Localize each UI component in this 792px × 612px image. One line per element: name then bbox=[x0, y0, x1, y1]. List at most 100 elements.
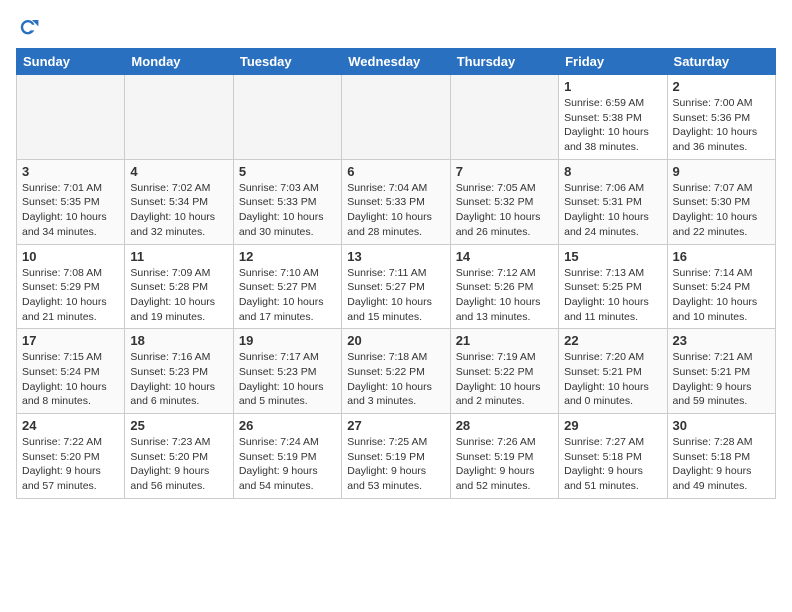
day-number: 3 bbox=[22, 164, 119, 179]
day-number: 26 bbox=[239, 418, 336, 433]
calendar-cell: 6Sunrise: 7:04 AM Sunset: 5:33 PM Daylig… bbox=[342, 159, 450, 244]
day-number: 25 bbox=[130, 418, 227, 433]
day-number: 10 bbox=[22, 249, 119, 264]
day-info: Sunrise: 7:23 AM Sunset: 5:20 PM Dayligh… bbox=[130, 435, 227, 494]
day-number: 22 bbox=[564, 333, 661, 348]
calendar-cell: 1 Sunrise: 6:59 AM Sunset: 5:38 PM Daylig… bbox=[559, 75, 667, 160]
calendar-cell: 12Sunrise: 7:10 AM Sunset: 5:27 PM Dayli… bbox=[233, 244, 341, 329]
logo-icon bbox=[16, 16, 40, 40]
calendar-cell bbox=[450, 75, 558, 160]
calendar-cell: 7 Sunrise: 7:05 AM Sunset: 5:32 PM Daylig… bbox=[450, 159, 558, 244]
calendar-cell: 16Sunrise: 7:14 AM Sunset: 5:24 PM Dayli… bbox=[667, 244, 775, 329]
day-info: Sunrise: 7:00 AM Sunset: 5:36 PM Dayligh… bbox=[673, 96, 770, 155]
week-row-1: 1 Sunrise: 6:59 AM Sunset: 5:38 PM Daylig… bbox=[17, 75, 776, 160]
calendar-cell: 20 Sunrise: 7:18 AM Sunset: 5:22 PM Dayli… bbox=[342, 329, 450, 414]
calendar-cell: 30 Sunrise: 7:28 AM Sunset: 5:18 PM Dayli… bbox=[667, 414, 775, 499]
day-number: 27 bbox=[347, 418, 444, 433]
calendar-cell: 17Sunrise: 7:15 AM Sunset: 5:24 PM Dayli… bbox=[17, 329, 125, 414]
day-info: Sunrise: 7:08 AM Sunset: 5:29 PM Dayligh… bbox=[22, 266, 119, 325]
day-info: Sunrise: 7:17 AM Sunset: 5:23 PM Dayligh… bbox=[239, 350, 336, 409]
weekday-header-wednesday: Wednesday bbox=[342, 49, 450, 75]
week-row-3: 10 Sunrise: 7:08 AM Sunset: 5:29 PM Dayli… bbox=[17, 244, 776, 329]
day-number: 13 bbox=[347, 249, 444, 264]
day-info: Sunrise: 7:13 AM Sunset: 5:25 PM Dayligh… bbox=[564, 266, 661, 325]
day-info: Sunrise: 7:11 AM Sunset: 5:27 PM Dayligh… bbox=[347, 266, 444, 325]
calendar-cell: 24 Sunrise: 7:22 AM Sunset: 5:20 PM Dayli… bbox=[17, 414, 125, 499]
day-number: 7 bbox=[456, 164, 553, 179]
day-info: Sunrise: 7:06 AM Sunset: 5:31 PM Dayligh… bbox=[564, 181, 661, 240]
day-number: 4 bbox=[130, 164, 227, 179]
weekday-header-sunday: Sunday bbox=[17, 49, 125, 75]
day-info: Sunrise: 7:21 AM Sunset: 5:21 PM Dayligh… bbox=[673, 350, 770, 409]
weekday-header-tuesday: Tuesday bbox=[233, 49, 341, 75]
day-number: 6 bbox=[347, 164, 444, 179]
calendar-cell: 26 Sunrise: 7:24 AM Sunset: 5:19 PM Dayli… bbox=[233, 414, 341, 499]
weekday-header-row: SundayMondayTuesdayWednesdayThursdayFrid… bbox=[17, 49, 776, 75]
weekday-header-monday: Monday bbox=[125, 49, 233, 75]
day-number: 23 bbox=[673, 333, 770, 348]
calendar-cell: 15 Sunrise: 7:13 AM Sunset: 5:25 PM Dayli… bbox=[559, 244, 667, 329]
calendar-cell: 23 Sunrise: 7:21 AM Sunset: 5:21 PM Dayli… bbox=[667, 329, 775, 414]
day-number: 24 bbox=[22, 418, 119, 433]
calendar-cell bbox=[125, 75, 233, 160]
calendar-cell: 10 Sunrise: 7:08 AM Sunset: 5:29 PM Dayli… bbox=[17, 244, 125, 329]
day-number: 30 bbox=[673, 418, 770, 433]
day-number: 5 bbox=[239, 164, 336, 179]
calendar-cell: 21Sunrise: 7:19 AM Sunset: 5:22 PM Dayli… bbox=[450, 329, 558, 414]
day-info: Sunrise: 7:20 AM Sunset: 5:21 PM Dayligh… bbox=[564, 350, 661, 409]
calendar-cell: 5 Sunrise: 7:03 AM Sunset: 5:33 PM Daylig… bbox=[233, 159, 341, 244]
day-info: Sunrise: 7:18 AM Sunset: 5:22 PM Dayligh… bbox=[347, 350, 444, 409]
weekday-header-thursday: Thursday bbox=[450, 49, 558, 75]
day-info: Sunrise: 7:26 AM Sunset: 5:19 PM Dayligh… bbox=[456, 435, 553, 494]
calendar-cell: 29Sunrise: 7:27 AM Sunset: 5:18 PM Dayli… bbox=[559, 414, 667, 499]
day-number: 8 bbox=[564, 164, 661, 179]
day-info: Sunrise: 7:01 AM Sunset: 5:35 PM Dayligh… bbox=[22, 181, 119, 240]
calendar-cell: 4 Sunrise: 7:02 AM Sunset: 5:34 PM Daylig… bbox=[125, 159, 233, 244]
day-info: Sunrise: 7:12 AM Sunset: 5:26 PM Dayligh… bbox=[456, 266, 553, 325]
day-info: Sunrise: 6:59 AM Sunset: 5:38 PM Dayligh… bbox=[564, 96, 661, 155]
day-number: 12 bbox=[239, 249, 336, 264]
day-info: Sunrise: 7:25 AM Sunset: 5:19 PM Dayligh… bbox=[347, 435, 444, 494]
day-info: Sunrise: 7:07 AM Sunset: 5:30 PM Dayligh… bbox=[673, 181, 770, 240]
calendar-cell: 9 Sunrise: 7:07 AM Sunset: 5:30 PM Daylig… bbox=[667, 159, 775, 244]
day-info: Sunrise: 7:22 AM Sunset: 5:20 PM Dayligh… bbox=[22, 435, 119, 494]
day-info: Sunrise: 7:02 AM Sunset: 5:34 PM Dayligh… bbox=[130, 181, 227, 240]
day-info: Sunrise: 7:15 AM Sunset: 5:24 PM Dayligh… bbox=[22, 350, 119, 409]
day-number: 19 bbox=[239, 333, 336, 348]
day-number: 18 bbox=[130, 333, 227, 348]
calendar-cell bbox=[342, 75, 450, 160]
day-info: Sunrise: 7:19 AM Sunset: 5:22 PM Dayligh… bbox=[456, 350, 553, 409]
day-number: 15 bbox=[564, 249, 661, 264]
day-number: 2 bbox=[673, 79, 770, 94]
logo bbox=[16, 16, 44, 40]
calendar-cell: 27 Sunrise: 7:25 AM Sunset: 5:19 PM Dayli… bbox=[342, 414, 450, 499]
calendar-cell: 19 Sunrise: 7:17 AM Sunset: 5:23 PM Dayli… bbox=[233, 329, 341, 414]
calendar-cell: 2 Sunrise: 7:00 AM Sunset: 5:36 PM Daylig… bbox=[667, 75, 775, 160]
day-info: Sunrise: 7:24 AM Sunset: 5:19 PM Dayligh… bbox=[239, 435, 336, 494]
calendar-cell: 11 Sunrise: 7:09 AM Sunset: 5:28 PM Dayli… bbox=[125, 244, 233, 329]
day-info: Sunrise: 7:14 AM Sunset: 5:24 PM Dayligh… bbox=[673, 266, 770, 325]
day-number: 28 bbox=[456, 418, 553, 433]
week-row-2: 3 Sunrise: 7:01 AM Sunset: 5:35 PM Daylig… bbox=[17, 159, 776, 244]
weekday-header-saturday: Saturday bbox=[667, 49, 775, 75]
week-row-5: 24 Sunrise: 7:22 AM Sunset: 5:20 PM Dayli… bbox=[17, 414, 776, 499]
calendar-cell: 18 Sunrise: 7:16 AM Sunset: 5:23 PM Dayli… bbox=[125, 329, 233, 414]
day-number: 1 bbox=[564, 79, 661, 94]
day-number: 20 bbox=[347, 333, 444, 348]
calendar-cell: 22 Sunrise: 7:20 AM Sunset: 5:21 PM Dayli… bbox=[559, 329, 667, 414]
week-row-4: 17Sunrise: 7:15 AM Sunset: 5:24 PM Dayli… bbox=[17, 329, 776, 414]
day-info: Sunrise: 7:16 AM Sunset: 5:23 PM Dayligh… bbox=[130, 350, 227, 409]
day-number: 14 bbox=[456, 249, 553, 264]
day-info: Sunrise: 7:05 AM Sunset: 5:32 PM Dayligh… bbox=[456, 181, 553, 240]
calendar-cell: 25 Sunrise: 7:23 AM Sunset: 5:20 PM Dayli… bbox=[125, 414, 233, 499]
calendar-cell bbox=[17, 75, 125, 160]
day-number: 9 bbox=[673, 164, 770, 179]
day-info: Sunrise: 7:28 AM Sunset: 5:18 PM Dayligh… bbox=[673, 435, 770, 494]
page-header bbox=[16, 16, 776, 40]
day-number: 11 bbox=[130, 249, 227, 264]
calendar-cell bbox=[233, 75, 341, 160]
calendar-cell: 8 Sunrise: 7:06 AM Sunset: 5:31 PM Daylig… bbox=[559, 159, 667, 244]
day-info: Sunrise: 7:09 AM Sunset: 5:28 PM Dayligh… bbox=[130, 266, 227, 325]
calendar-cell: 13 Sunrise: 7:11 AM Sunset: 5:27 PM Dayli… bbox=[342, 244, 450, 329]
day-info: Sunrise: 7:03 AM Sunset: 5:33 PM Dayligh… bbox=[239, 181, 336, 240]
